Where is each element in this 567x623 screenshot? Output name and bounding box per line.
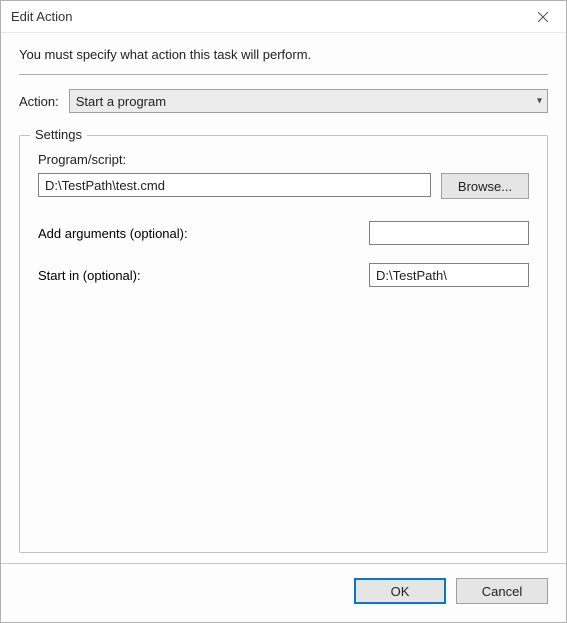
window-title: Edit Action bbox=[11, 9, 72, 24]
divider bbox=[19, 74, 548, 75]
action-label: Action: bbox=[19, 94, 59, 109]
dialog-footer: OK Cancel bbox=[1, 563, 566, 622]
arguments-label: Add arguments (optional): bbox=[38, 226, 188, 241]
program-script-label: Program/script: bbox=[38, 152, 529, 167]
ok-button[interactable]: OK bbox=[354, 578, 446, 604]
program-row: Browse... bbox=[38, 173, 529, 199]
action-combo-wrap: Start a program ▾ bbox=[69, 89, 548, 113]
startin-row: Start in (optional): bbox=[38, 263, 529, 287]
startin-label: Start in (optional): bbox=[38, 268, 141, 283]
arguments-input[interactable] bbox=[369, 221, 529, 245]
browse-button[interactable]: Browse... bbox=[441, 173, 529, 199]
settings-fieldset: Settings Program/script: Browse... Add a… bbox=[19, 135, 548, 553]
startin-input[interactable] bbox=[369, 263, 529, 287]
close-button[interactable] bbox=[520, 1, 566, 33]
program-script-input[interactable] bbox=[38, 173, 431, 197]
edit-action-dialog: Edit Action You must specify what action… bbox=[0, 0, 567, 623]
close-icon bbox=[538, 12, 548, 22]
settings-legend: Settings bbox=[30, 127, 87, 142]
instruction-text: You must specify what action this task w… bbox=[19, 47, 548, 62]
action-dropdown[interactable]: Start a program bbox=[69, 89, 548, 113]
cancel-button[interactable]: Cancel bbox=[456, 578, 548, 604]
titlebar: Edit Action bbox=[1, 1, 566, 33]
action-row: Action: Start a program ▾ bbox=[19, 89, 548, 113]
arguments-row: Add arguments (optional): bbox=[38, 221, 529, 245]
dialog-content: You must specify what action this task w… bbox=[1, 33, 566, 563]
